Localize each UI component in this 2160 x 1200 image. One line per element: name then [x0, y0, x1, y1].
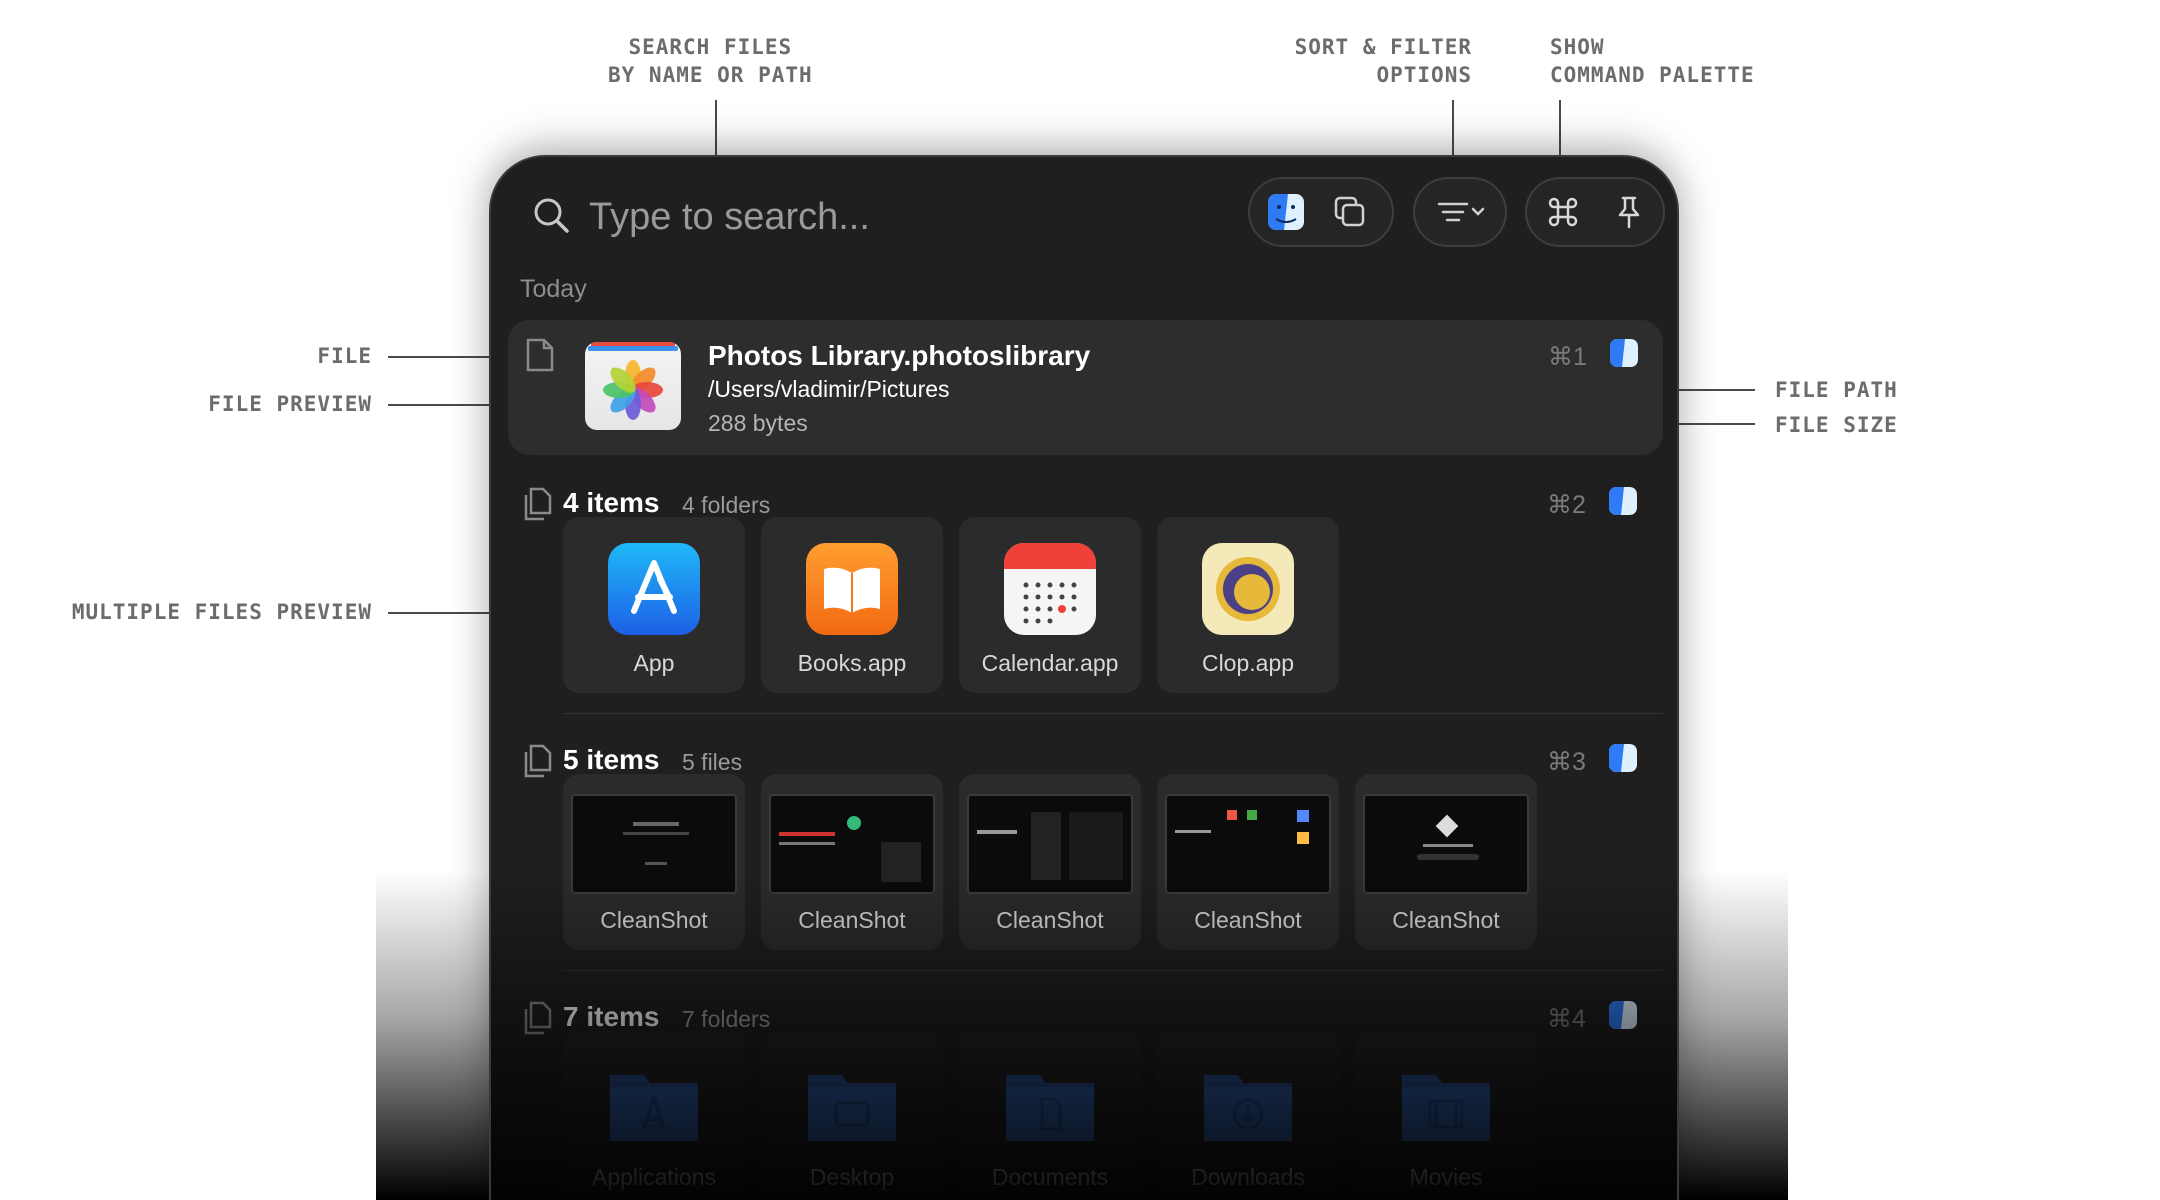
annotation-file-size: FILE SIZE	[1775, 413, 1898, 437]
file-tile[interactable]: CleanShot	[563, 774, 745, 950]
annotation-file-path: FILE PATH	[1775, 378, 1898, 402]
annotation-command-palette: SHOW COMMAND PALETTE	[1550, 35, 1755, 87]
pin-button[interactable]	[1607, 190, 1651, 234]
command-icon	[1548, 197, 1578, 227]
annotation-multiple-preview: MULTIPLE FILES PREVIEW	[71, 600, 372, 624]
file-preview-thumbnail	[585, 342, 681, 430]
file-tile[interactable]: Clop.app	[1157, 517, 1339, 693]
sort-icon	[1437, 202, 1485, 222]
pin-icon	[1618, 196, 1640, 229]
file-tile[interactable]: Books.app	[761, 517, 943, 693]
folder-tile[interactable]: Applications	[563, 1031, 745, 1200]
group-subtitle: 5 files	[682, 749, 743, 775]
tile-label: CleanShot	[798, 907, 906, 933]
search-panel: Today Photos Libr	[489, 155, 1679, 1200]
file-tile[interactable]: CleanShot	[1355, 774, 1537, 950]
copy-button[interactable]	[1328, 190, 1372, 234]
reveal-in-finder-icon[interactable]	[1609, 744, 1637, 772]
group-count: 4 items	[563, 487, 660, 518]
file-tile[interactable]: Calendar.app	[959, 517, 1141, 693]
command-pin-group	[1525, 177, 1665, 247]
reveal-in-finder-icon[interactable]	[1609, 1001, 1637, 1029]
calendar-icon	[1004, 543, 1096, 635]
file-tile[interactable]: CleanShot	[1157, 774, 1339, 950]
group-divider	[563, 713, 1663, 714]
reveal-in-finder-icon[interactable]	[1610, 339, 1638, 367]
screenshot-thumbnail	[1165, 794, 1331, 894]
annotation-file-preview: FILE PREVIEW	[208, 392, 372, 416]
file-tile[interactable]: CleanShot	[959, 774, 1141, 950]
shortcut-badge: ⌘2	[1547, 491, 1586, 519]
multi-file-icon	[524, 487, 552, 521]
section-today: Today	[520, 275, 587, 303]
downloads-folder-icon	[1204, 1075, 1292, 1141]
group-divider	[563, 970, 1663, 971]
annotation-search: SEARCH FILES BY NAME OR PATH	[608, 35, 813, 87]
folder-tile[interactable]: Documents	[959, 1031, 1141, 1200]
folder-tile[interactable]: Downloads	[1157, 1031, 1339, 1200]
sort-filter-button[interactable]	[1413, 177, 1507, 247]
finder-button[interactable]	[1264, 190, 1308, 234]
search-icon	[534, 198, 569, 233]
tile-label: Downloads	[1191, 1164, 1305, 1190]
applications-folder-icon	[610, 1075, 698, 1141]
tile-label: Applications	[591, 1164, 717, 1190]
group-count: 7 items	[563, 1001, 660, 1032]
tile-label: CleanShot	[1194, 907, 1302, 933]
tile-label: App	[633, 650, 675, 676]
tile-label: Calendar.app	[981, 650, 1119, 676]
screenshot-thumbnail	[769, 794, 935, 894]
file-title: Photos Library.photoslibrary	[708, 340, 1091, 371]
reveal-in-finder-icon[interactable]	[1609, 487, 1637, 515]
tile-label: Desktop	[809, 1164, 895, 1190]
shortcut-badge: ⌘1	[1548, 343, 1587, 371]
group-subtitle: 7 folders	[682, 1006, 771, 1032]
group-count: 5 items	[563, 744, 660, 775]
search-input[interactable]	[587, 189, 1191, 245]
annotation-file: FILE	[317, 344, 372, 368]
books-icon	[806, 543, 898, 635]
tile-label: CleanShot	[600, 907, 708, 933]
annotation-sort-filter: SORT & FILTER OPTIONS	[1294, 35, 1472, 87]
file-path: /Users/vladimir/Pictures	[708, 376, 950, 402]
folder-tile[interactable]: Movies	[1355, 1031, 1537, 1200]
desktop-folder-icon	[808, 1075, 896, 1141]
view-toggle-group	[1248, 177, 1394, 247]
screenshot-thumbnail	[1363, 794, 1529, 894]
folder-tile[interactable]: Desktop	[761, 1031, 943, 1200]
app-store-icon	[608, 543, 700, 635]
group-subtitle: 4 folders	[682, 492, 771, 518]
file-tile[interactable]: CleanShot	[761, 774, 943, 950]
file-icon	[526, 338, 554, 372]
photos-icon	[588, 342, 678, 420]
multi-file-icon	[524, 744, 552, 778]
shortcut-badge: ⌘3	[1547, 748, 1586, 776]
multi-file-icon	[524, 1001, 552, 1035]
command-palette-button[interactable]	[1541, 190, 1585, 234]
shortcut-badge: ⌘4	[1547, 1005, 1586, 1033]
tile-label: CleanShot	[1392, 907, 1500, 933]
sort-button-inner	[1437, 190, 1487, 234]
tile-label: Movies	[1409, 1164, 1483, 1190]
finder-icon	[1268, 194, 1304, 230]
file-tile[interactable]: App	[563, 517, 745, 693]
tile-label: Documents	[991, 1164, 1109, 1190]
clop-icon	[1202, 543, 1294, 635]
tile-label: Clop.app	[1201, 650, 1295, 676]
file-entry[interactable]: Photos Library.photoslibrary /Users/vlad…	[508, 320, 1663, 455]
documents-folder-icon	[1006, 1075, 1094, 1141]
tile-label: Books.app	[797, 650, 907, 676]
file-size: 288 bytes	[708, 410, 808, 436]
screenshot-thumbnail	[967, 794, 1133, 894]
screenshot-thumbnail	[571, 794, 737, 894]
movies-folder-icon	[1402, 1075, 1490, 1141]
tile-label: CleanShot	[996, 907, 1104, 933]
search-bar	[491, 157, 1677, 277]
copy-icon	[1334, 196, 1365, 227]
